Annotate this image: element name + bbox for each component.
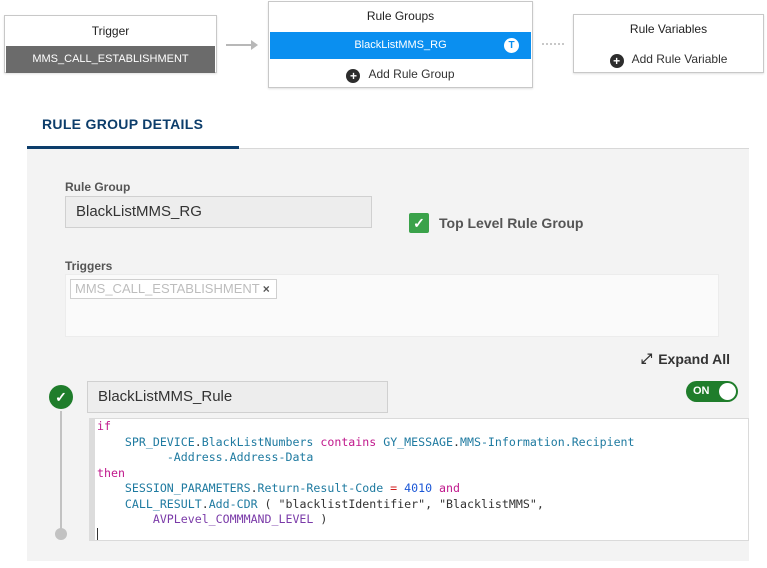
plus-circle-icon: + (609, 54, 624, 68)
trigger-card-title: Trigger (91, 24, 130, 38)
rule-variables-card-title: Rule Variables (629, 22, 708, 36)
code-string: "BlacklistMMS" (439, 496, 537, 511)
check-circle-icon: ✓ (49, 385, 73, 409)
code-comma: , (425, 496, 433, 511)
top-level-badge-icon: T (504, 38, 519, 53)
add-rule-group-label: Add Rule Group (368, 67, 455, 81)
code-paren: ( (264, 496, 272, 511)
rule-timeline (60, 411, 62, 531)
code-comma: , (536, 496, 544, 511)
code-field: BlackListNumbers (201, 434, 314, 449)
rule-group-name-input[interactable]: BlackListMMS_RG (65, 196, 372, 228)
rule-name-input[interactable]: BlackListMMS_Rule (87, 381, 388, 413)
expand-all-button[interactable]: ⤢ Expand All (641, 350, 730, 367)
rule-variables-card: Rule Variables + Add Rule Variable (573, 14, 764, 73)
toggle-label: ON (693, 385, 710, 397)
code-object: GY_MESSAGE (383, 434, 454, 449)
code-dot: . (453, 434, 461, 449)
code-object: SPR_DEVICE (124, 434, 195, 449)
top-level-rule-group-checkbox[interactable]: ✓ Top Level Rule Group (409, 213, 583, 233)
toggle-knob (719, 383, 736, 400)
tab-rule-group-details[interactable]: RULE GROUP DETAILS (42, 116, 203, 132)
code-operator: = (390, 481, 398, 495)
code-dot: . (250, 481, 258, 495)
rule-group-item-label: BlackListMMS_RG (354, 39, 447, 51)
add-rule-variable-button[interactable]: + Add Rule Variable (574, 44, 763, 74)
code-line: -Address.Address-Data (97, 450, 748, 466)
code-line: SPR_DEVICE.BlackListNumbers contains GY_… (97, 435, 748, 451)
checkmark-icon: ✓ (409, 213, 429, 233)
code-line (97, 527, 748, 540)
add-rule-group-button[interactable]: + Add Rule Group (269, 59, 532, 89)
code-keyword-contains: contains (320, 434, 377, 449)
expand-arrows-icon: ⤢ (641, 350, 653, 366)
code-object: SESSION_PARAMETERS (124, 481, 251, 495)
add-rule-variable-label: Add Rule Variable (631, 52, 728, 66)
rule-group-details-panel: Rule Group BlackListMMS_RG ✓ Top Level R… (27, 149, 749, 561)
code-keyword-if: if (97, 419, 111, 433)
code-line: SESSION_PARAMETERS.Return-Result-Code = … (97, 481, 748, 497)
rule-code-editor[interactable]: if SPR_DEVICE.BlackListNumbers contains … (89, 418, 749, 541)
rule-enabled-toggle[interactable]: ON (686, 381, 738, 402)
code-line: if (97, 419, 748, 435)
code-number: 4010 (404, 481, 433, 495)
flow-arrow-connector (226, 40, 258, 50)
code-function: Add-CDR (208, 496, 258, 511)
triggers-label: Triggers (65, 259, 113, 273)
code-line: CALL_RESULT.Add-CDR ( "blacklistIdentifi… (97, 497, 748, 513)
code-field: AVPLevel_COMMMAND_LEVEL (152, 512, 314, 526)
code-keyword-and: and (439, 481, 460, 495)
rule-groups-card: Rule Groups BlackListMMS_RG T + Add Rule … (268, 1, 533, 88)
trigger-item[interactable]: MMS_CALL_ESTABLISHMENT (6, 46, 215, 73)
rule-group-label: Rule Group (65, 180, 131, 194)
rule-timeline-end (55, 528, 67, 540)
text-cursor (97, 527, 98, 540)
flow-dotted-connector (542, 43, 564, 45)
trigger-chip: MMS_CALL_ESTABLISHMENT × (70, 279, 277, 299)
triggers-input[interactable]: MMS_CALL_ESTABLISHMENT × (65, 274, 719, 337)
code-dot: . (201, 496, 209, 511)
code-line: AVPLevel_COMMMAND_LEVEL ) (97, 512, 748, 528)
code-keyword-then: then (97, 465, 125, 480)
code-object: CALL_RESULT (124, 496, 202, 511)
plus-circle-icon: + (346, 69, 361, 83)
code-paren: ) (320, 512, 328, 526)
code-field: Return-Result-Code (257, 481, 384, 495)
trigger-card: Trigger MMS_CALL_ESTABLISHMENT (4, 15, 217, 73)
expand-all-label: Expand All (658, 350, 731, 367)
top-level-rule-group-label: Top Level Rule Group (439, 215, 584, 231)
chip-remove-icon[interactable]: × (263, 282, 270, 296)
trigger-chip-label: MMS_CALL_ESTABLISHMENT (75, 281, 260, 296)
rule-group-item-selected[interactable]: BlackListMMS_RG T (270, 32, 531, 59)
code-string: "blacklistIdentifier" (278, 496, 426, 511)
code-field: -Address.Address-Data (166, 450, 314, 464)
code-line: then (97, 466, 748, 482)
code-dot: . (194, 434, 202, 449)
rule-groups-card-title: Rule Groups (366, 9, 435, 23)
code-field: MMS-Information.Recipient (460, 434, 635, 449)
